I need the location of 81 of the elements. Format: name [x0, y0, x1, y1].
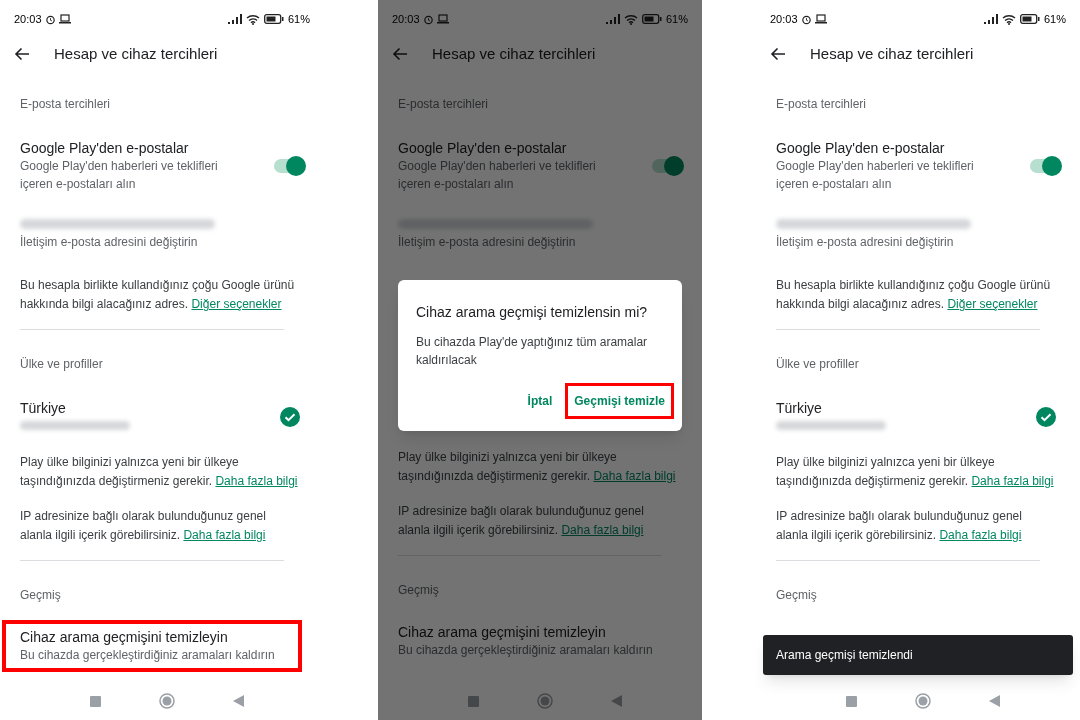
wifi-icon: [245, 13, 260, 25]
info-link[interactable]: Daha fazla bilgi: [593, 469, 676, 483]
battery-icon: [263, 14, 284, 24]
country-name: Türkiye: [776, 399, 823, 417]
dialog-title: Cihaz arama geçmişi temizlensin mi?: [416, 303, 649, 322]
alarm-icon: [800, 13, 812, 25]
setting-title: Google Play'den e-postalar: [20, 139, 190, 157]
status-time: 20:03: [14, 11, 42, 27]
info-text: Bu hesapla birlikte kullandığınız çoğu Google ürünü hakkında bilgi alacağınız adres. Diğer seçenekler: [20, 278, 295, 311]
recents-icon[interactable]: [90, 695, 101, 707]
info-link[interactable]: Daha fazla bilgi: [215, 474, 298, 488]
wifi-icon: [1001, 13, 1016, 25]
section-label: Ülke ve profiller: [776, 357, 859, 371]
section-label: Geçmiş: [20, 588, 61, 602]
section-label: Geçmiş: [398, 583, 439, 597]
info-link[interactable]: Daha fazla bilgi: [183, 528, 266, 542]
battery-percent: 61%: [1043, 11, 1066, 27]
back-icon[interactable]: [611, 695, 622, 707]
info-text: IP adresinize bağlı olarak bulunduğunuz genel alanla ilgili içerik görebilirsiniz. Daha fazla bilgi: [776, 509, 1022, 542]
setting-title: Cihaz arama geçmişini temizleyin: [20, 628, 229, 646]
laptop-icon: [58, 14, 71, 24]
section-label: E-posta tercihleri: [776, 97, 867, 111]
info-text: Play ülke bilginizi yalnızca yeni bir ülkeye taşındığınızda değiştirmeniz gerekir. Daha fazla bilgi: [776, 455, 1054, 488]
section-label: E-posta tercihleri: [20, 97, 111, 111]
snackbar-message: Arama geçmişi temizlendi: [776, 647, 913, 664]
laptop-icon: [814, 14, 827, 24]
alarm-icon: [44, 13, 56, 25]
back-arrow-icon[interactable]: [770, 47, 786, 61]
page-title: Hesap ve cihaz tercihleri: [54, 43, 218, 64]
home-icon[interactable]: [159, 693, 175, 709]
setting-title: Google Play'den e-postalar: [398, 139, 568, 157]
info-text: Play ülke bilginizi yalnızca yeni bir ülkeye taşındığınızda değiştirmeniz gerekir. Daha fazla bilgi: [398, 450, 676, 483]
info-link[interactable]: Daha fazla bilgi: [939, 528, 1022, 542]
recents-icon[interactable]: [468, 695, 479, 707]
setting-subtitle[interactable]: İletişim e-posta adresini değiştirin: [398, 233, 682, 251]
status-time: 20:03: [770, 11, 798, 27]
status-time: 20:03: [392, 11, 420, 27]
back-arrow-icon[interactable]: [14, 47, 30, 61]
setting-subtitle[interactable]: İletişim e-posta adresini değiştirin: [776, 233, 1060, 251]
dialog-button[interactable]: Geçmişi temizle: [565, 383, 674, 419]
dialog-message: Bu cihazda Play'de yaptığınız tüm aramalar kaldırılacak: [416, 334, 649, 369]
info-text: IP adresinize bağlı olarak bulunduğunuz genel alanla ilgili içerik görebilirsiniz. Daha fazla bilgi: [398, 504, 644, 537]
home-icon[interactable]: [915, 693, 931, 709]
clear-history-item[interactable]: Cihaz arama geçmişini temizleyin Bu cihazda gerçekleştirdiğiniz aramaları kaldırın: [380, 615, 680, 667]
setting-subtitle: Google Play'den haberleri ve teklifleri içeren e-postaları alın: [776, 158, 975, 193]
battery-percent: 61%: [665, 11, 688, 27]
setting-subtitle: Google Play'den haberleri ve teklifleri içeren e-postaları alın: [398, 158, 597, 193]
battery-percent: 61%: [287, 11, 310, 27]
info-link[interactable]: Diğer seçenekler: [947, 297, 1038, 311]
signal-icon: [605, 14, 620, 24]
setting-title: Cihaz arama geçmişini temizleyin: [398, 623, 607, 641]
info-text: Bu hesapla birlikte kullandığınız çoğu Google ürünü hakkında bilgi alacağınız adres. Diğer seçenekler: [776, 278, 1051, 311]
country-name: Türkiye: [20, 399, 67, 417]
clear-history-item[interactable]: Cihaz arama geçmişini temizleyin Bu cihazda gerçekleştirdiğiniz aramaları kaldırın: [2, 620, 302, 672]
setting-title: Google Play'den e-postalar: [776, 139, 946, 157]
laptop-icon: [436, 14, 449, 24]
wifi-icon: [623, 13, 638, 25]
back-icon[interactable]: [233, 695, 244, 707]
setting-subtitle: Bu cihazda gerçekleştirdiğiniz aramaları kaldırın: [398, 642, 654, 659]
signal-icon: [983, 14, 998, 24]
info-text: Play ülke bilginizi yalnızca yeni bir ülkeye taşındığınızda değiştirmeniz gerekir. Daha fazla bilgi: [20, 455, 298, 488]
battery-icon: [1019, 14, 1040, 24]
alarm-icon: [422, 13, 434, 25]
recents-icon[interactable]: [846, 695, 857, 707]
page-title: Hesap ve cihaz tercihleri: [432, 43, 596, 64]
page-title: Hesap ve cihaz tercihleri: [810, 43, 974, 64]
info-link[interactable]: Daha fazla bilgi: [971, 474, 1054, 488]
section-label: Ülke ve profiller: [20, 357, 103, 371]
setting-subtitle[interactable]: İletişim e-posta adresini değiştirin: [20, 233, 304, 251]
setting-subtitle: Bu cihazda gerçekleştirdiğiniz aramaları kaldırın: [20, 647, 276, 664]
dialog-button[interactable]: İptal: [518, 383, 562, 419]
info-text: IP adresinize bağlı olarak bulunduğunuz genel alanla ilgili içerik görebilirsiniz. Daha fazla bilgi: [20, 509, 266, 542]
back-icon[interactable]: [989, 695, 1000, 707]
section-label: Geçmiş: [776, 588, 817, 602]
battery-icon: [641, 14, 662, 24]
home-icon[interactable]: [537, 693, 553, 709]
section-label: E-posta tercihleri: [398, 97, 489, 111]
info-link[interactable]: Daha fazla bilgi: [561, 523, 644, 537]
signal-icon: [227, 14, 242, 24]
setting-subtitle: Google Play'den haberleri ve teklifleri içeren e-postaları alın: [20, 158, 219, 193]
info-link[interactable]: Diğer seçenekler: [191, 297, 282, 311]
